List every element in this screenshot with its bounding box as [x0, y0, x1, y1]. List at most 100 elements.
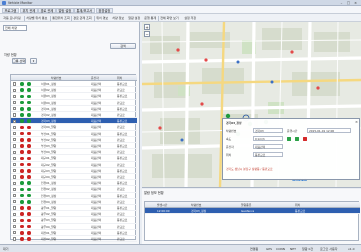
row-checkbox[interactable] — [13, 187, 17, 191]
alarm-panel-title: 알람 정보 현황 — [144, 191, 164, 195]
row-checkbox[interactable] — [13, 206, 17, 210]
status-ok-icon — [20, 94, 24, 99]
tool-fullscreen[interactable]: 전체 화면 보기 — [159, 16, 180, 21]
group-expand-button[interactable]: ▾ — [30, 58, 37, 64]
cell-driver: 대표관리 — [91, 162, 102, 167]
status-alarm-icon — [20, 237, 24, 241]
popup-value-time: 2015-01-01 12:00 — [307, 128, 351, 133]
status-ok-icon — [27, 113, 31, 117]
row-checkbox[interactable] — [13, 156, 17, 160]
cell-driver: 대표관리 — [91, 156, 102, 161]
status-user: 로그인 사용자 — [320, 246, 338, 251]
popup-close-icon[interactable]: × — [354, 120, 359, 125]
cell-driver: 대표관리 — [91, 199, 102, 204]
row-checkbox[interactable] — [13, 88, 17, 92]
menu-item-position[interactable]: 위치 관제 — [20, 7, 38, 13]
cell-location: 판교로 — [117, 100, 125, 105]
cell-plate: 서울03_정상 — [41, 94, 57, 99]
menu-item-settings[interactable]: 환경설정 — [96, 7, 113, 13]
zoom-in-button[interactable]: + — [144, 24, 150, 30]
maximize-button[interactable]: □ — [346, 1, 351, 5]
tool-vehicle-notify[interactable]: 차량별 위치 통보 — [25, 16, 49, 21]
cell-location: 판교로 — [117, 88, 125, 93]
cell-driver: 대표관리 — [91, 175, 102, 179]
status-alarm-icon — [20, 162, 24, 167]
status-alarm-icon — [20, 156, 24, 161]
cell-location: 동판교로 — [117, 119, 128, 124]
close-button[interactable]: × — [353, 1, 358, 5]
toolbar: 자동 모니터링 차량별 위치 통보 통합위치 조회 경로 관제 조회 위치 경보… — [0, 14, 361, 22]
tool-position-search[interactable]: 통합위치 조회 — [51, 16, 71, 21]
row-checkbox[interactable] — [13, 218, 17, 222]
cell-driver: 대표관리 — [91, 82, 102, 86]
tool-position-alarm[interactable]: 위치 경보 — [95, 16, 109, 21]
alarm-cell-type: Geofence — [241, 209, 255, 213]
tool-route-search[interactable]: 경로 관제 조회 — [72, 16, 93, 21]
row-checkbox[interactable] — [13, 212, 17, 216]
status-text: 대기 — [3, 246, 9, 251]
cell-driver: 대표관리 — [91, 206, 102, 210]
row-checkbox[interactable] — [13, 119, 17, 123]
cell-location: 판교로 — [117, 175, 125, 179]
row-checkbox[interactable] — [13, 200, 17, 204]
status-ok-icon — [20, 193, 24, 198]
row-checkbox[interactable] — [13, 231, 17, 235]
row-checkbox[interactable] — [13, 138, 17, 142]
alarm-cell-time: 12:00:00 — [157, 209, 170, 213]
cell-location: 동판교로 — [117, 230, 128, 235]
menu-item-program[interactable]: 프로그램 — [2, 7, 19, 13]
status-alarm-icon — [20, 212, 24, 217]
zoom-out-button[interactable]: − — [144, 31, 150, 37]
vehicle-table: 차량번호 운전자 위치 서울01_정상 대표관리 동판교로 서울02_정상 대표관리 판교… — [10, 74, 137, 243]
filter-select[interactable]: 전체 차량 — [3, 25, 27, 31]
row-checkbox[interactable] — [13, 224, 17, 229]
row-checkbox[interactable] — [13, 100, 17, 105]
tool-save-settings[interactable]: 설정 저장 — [183, 16, 197, 21]
minimize-button[interactable]: – — [339, 1, 344, 5]
row-checkbox[interactable] — [13, 82, 17, 86]
status-ok-icon — [27, 88, 31, 93]
cell-location: 판교로 — [117, 150, 125, 155]
cell-driver: 대표관리 — [91, 106, 102, 111]
row-checkbox[interactable] — [13, 181, 17, 185]
cell-location: 판교로 — [117, 113, 125, 117]
menu-item-report[interactable]: 통계/보고서 — [74, 7, 95, 13]
tool-auto-monitor[interactable]: 자동 모니터링 — [2, 16, 22, 21]
status-alarm-icon — [27, 162, 31, 167]
cell-location: 동판교로 — [117, 131, 128, 136]
alarm-panel: 알람 정보 현황 발생시간 차량번호 알람종류 위치 12:00:00 경기03… — [142, 189, 361, 244]
row-checkbox[interactable] — [13, 162, 17, 167]
row-checkbox[interactable] — [13, 175, 17, 179]
cell-driver: 대표관리 — [91, 144, 102, 148]
cell-plate: 경기01_정상 — [41, 106, 57, 111]
row-checkbox[interactable] — [13, 131, 17, 136]
row-checkbox[interactable] — [13, 193, 17, 198]
alarm-row[interactable]: 12:00:00 경기03_정상 Geofence 동판교로 — [145, 208, 360, 215]
status-ok-icon — [27, 94, 31, 99]
menu-item-alarm[interactable]: 알람 설정 — [56, 7, 74, 13]
row-checkbox[interactable] — [13, 150, 17, 154]
cell-location: 판교로 — [117, 237, 125, 241]
row-checkbox[interactable] — [13, 144, 17, 148]
popup-label-driver: 운전자 — [226, 145, 234, 149]
window-title: Vehicle Monitor — [8, 0, 33, 5]
tool-alarm-setting[interactable]: 알람 설정 — [127, 16, 141, 21]
cell-driver: 대표관리 — [91, 187, 102, 192]
cell-plate: 부산02_알람 — [41, 137, 57, 142]
row-checkbox[interactable] — [13, 125, 17, 129]
row-checkbox[interactable] — [13, 169, 17, 173]
cell-driver: 대표관리 — [91, 193, 102, 198]
search-button[interactable]: 검색 — [110, 43, 136, 49]
row-checkbox[interactable] — [13, 94, 17, 98]
status-ok-icon — [287, 136, 291, 141]
status-alarm-icon — [27, 138, 31, 142]
row-checkbox[interactable] — [13, 113, 17, 117]
cell-location: 동판교로 — [117, 94, 128, 99]
group-select-button[interactable]: 그룹 선택 — [12, 58, 26, 64]
row-checkbox[interactable] — [13, 107, 17, 111]
row-checkbox[interactable] — [13, 237, 17, 241]
tool-vehicle-info[interactable]: 차량 정보 — [111, 16, 125, 21]
menu-item-route[interactable]: 경로 관제 — [38, 7, 56, 13]
tool-stats[interactable]: 운행 통계 — [143, 16, 157, 21]
table-row[interactable]: 대전02_알람 대표관리 판교로 — [11, 236, 137, 243]
